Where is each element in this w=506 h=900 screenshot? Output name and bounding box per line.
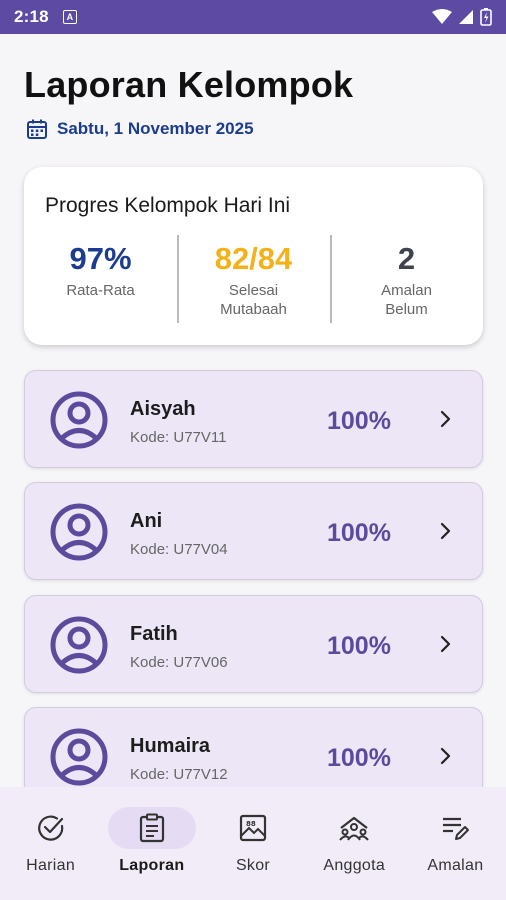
stat-pending-label: Amalan Belum: [381, 282, 432, 318]
date-row: Sabtu, 1 November 2025: [26, 118, 254, 140]
member-card[interactable]: Ani Kode: U77V04 100%: [24, 482, 483, 580]
clipboard-icon: [139, 813, 164, 843]
member-code: Kode: U77V04: [130, 541, 228, 558]
nav-skor[interactable]: 88 Skor: [202, 787, 303, 900]
nav-label: Laporan: [119, 857, 185, 874]
user-avatar-icon: [50, 503, 108, 561]
nav-harian[interactable]: Harian: [0, 787, 101, 900]
stat-average: 97% Rata-Rata: [24, 235, 177, 325]
member-name: Humaira: [130, 735, 211, 757]
scoreboard-icon: 88: [239, 814, 267, 842]
member-code: Kode: U77V12: [130, 766, 228, 783]
svg-text:88: 88: [246, 820, 256, 828]
chevron-right-icon: [440, 747, 451, 765]
stat-average-label: Rata-Rata: [66, 282, 135, 299]
member-card[interactable]: Aisyah Kode: U77V11 100%: [24, 370, 483, 468]
member-progress: 100%: [327, 632, 391, 660]
member-code: Kode: U77V06: [130, 654, 228, 671]
member-code: Kode: U77V11: [130, 429, 227, 446]
nav-label: Anggota: [323, 857, 386, 874]
member-name: Fatih: [130, 623, 178, 645]
progress-stats: 97% Rata-Rata 82/84 Selesai Mutabaah 2 A…: [24, 235, 483, 325]
chevron-right-icon: [440, 410, 451, 428]
battery-icon: [480, 8, 492, 26]
stat-average-value: 97%: [69, 241, 132, 276]
user-avatar-icon: [50, 616, 108, 674]
stat-pending: 2 Amalan Belum: [330, 235, 483, 325]
notification-icon: A: [62, 10, 77, 24]
user-avatar-icon: [50, 728, 108, 786]
stat-completed: 82/84 Selesai Mutabaah: [177, 235, 330, 325]
member-progress: 100%: [327, 407, 391, 435]
chevron-right-icon: [440, 522, 451, 540]
member-name: Aisyah: [130, 398, 196, 420]
report-date: Sabtu, 1 November 2025: [57, 119, 254, 138]
calendar-icon: [27, 119, 47, 139]
user-avatar-icon: [50, 391, 108, 449]
page-title: Laporan Kelompok: [24, 64, 354, 105]
member-card[interactable]: Fatih Kode: U77V06 100%: [24, 595, 483, 693]
stat-completed-label: Selesai Mutabaah: [220, 282, 287, 318]
status-bar: 2:18 A: [0, 0, 506, 34]
nav-label: Harian: [26, 857, 76, 874]
bottom-navigation: Harian Laporan 88 Skor Anggota Amalan: [0, 787, 506, 900]
status-time: 2:18: [14, 7, 49, 26]
stat-pending-value: 2: [397, 241, 416, 276]
group-progress-card: Progres Kelompok Hari Ini 97% Rata-Rata …: [24, 167, 483, 345]
list-edit-icon: [443, 817, 470, 840]
nav-amalan[interactable]: Amalan: [405, 787, 506, 900]
nav-label: Amalan: [427, 857, 484, 874]
group-icon: [339, 816, 369, 841]
nav-label: Skor: [235, 857, 271, 874]
stat-completed-value: 82/84: [214, 241, 293, 276]
member-progress: 100%: [327, 744, 391, 772]
signal-icon: [459, 10, 473, 24]
wifi-icon: [432, 9, 452, 24]
member-progress: 100%: [327, 519, 391, 547]
nav-laporan[interactable]: Laporan: [101, 787, 202, 900]
nav-anggota[interactable]: Anggota: [304, 787, 405, 900]
member-name: Ani: [130, 510, 163, 532]
chevron-right-icon: [440, 635, 451, 653]
check-circle-icon: [37, 815, 63, 841]
progress-card-title: Progres Kelompok Hari Ini: [45, 194, 291, 217]
